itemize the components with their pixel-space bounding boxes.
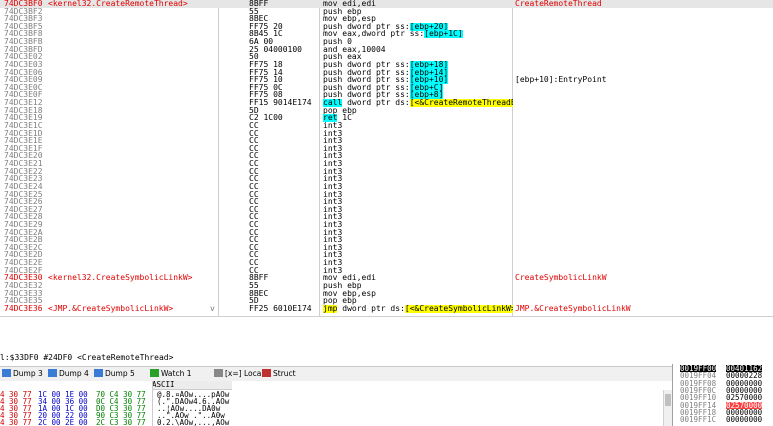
tab-label: Dump 5 <box>105 369 135 378</box>
tab-label: Dump 4 <box>59 369 89 378</box>
tab-icon <box>94 369 103 377</box>
stack-value: 00000000 <box>726 415 763 425</box>
tab-label: Struct <box>273 369 296 378</box>
instruction-bytes: FF25 6010E174 <box>249 304 312 313</box>
dump-column-separator <box>152 381 153 426</box>
disassembly-view[interactable]: 74DC3BF0 <kernel32.CreateRemoteThread> 8BF… <box>0 0 773 316</box>
tab-icon <box>2 369 11 377</box>
ascii-header-label: ASCII <box>152 381 175 389</box>
tab-icon <box>214 369 223 377</box>
address-info-line: l:$33DF0 #24DF0 <CreateRemoteThread> <box>0 353 174 362</box>
scrollbar-thumb[interactable] <box>665 394 671 406</box>
dump-hex-bytes: 2C C3 30 77 <box>96 418 146 426</box>
dump-ascii: 0.2.\AOw,...,AOw <box>157 418 230 426</box>
jump-arrow-icon: v <box>210 304 215 313</box>
tab-dump-3[interactable]: Dump 3 <box>2 368 43 380</box>
symbol-label: <JMP.&CreateSymbolicLinkW> <box>48 304 174 313</box>
disasm-row[interactable]: 74DC3E36 <JMP.&CreateSymbolicLinkW> v FF25 … <box>0 304 773 313</box>
instruction-text: jmp dword ptr ds:[<&CreateSymbolicLinkW>… <box>323 304 513 313</box>
tab-icon <box>150 369 159 377</box>
tab-dump-4[interactable]: Dump 4 <box>48 368 89 380</box>
tab-watch-1[interactable]: Watch 1 <box>150 368 192 380</box>
ascii-column-header: ASCII <box>152 381 232 390</box>
instruction-comment: JMP.&CreateSymbolicLinkW <box>515 304 631 313</box>
tab-x-locals[interactable]: [x=] Locals <box>214 368 267 380</box>
tab-label: Watch 1 <box>161 369 192 378</box>
tab-struct[interactable]: Struct <box>262 368 296 380</box>
dump-hex-bytes: 2C 00 2E 00 <box>38 418 88 426</box>
dump-tabs-bar: Dump 3 Dump 4 Dump 5 Watch 1 [x=] Locals Stru… <box>0 366 672 382</box>
dump-view[interactable]: ASCII 4 30 77 1C 00 1E 00 70 C4 30 77 @.8.¤… <box>0 381 672 426</box>
tab-icon <box>48 369 57 377</box>
dump-hex-bytes: 4 30 77 <box>0 418 32 426</box>
stack-address: 0019FF1C <box>680 415 717 425</box>
tab-dump-5[interactable]: Dump 5 <box>94 368 135 380</box>
stack-view[interactable]: 0019FF00 00401162 0019FF04 00000228 0019FF08… <box>672 364 773 426</box>
tab-label: Dump 3 <box>13 369 43 378</box>
tab-label: [x=] Locals <box>225 369 268 378</box>
dump-scrollbar[interactable] <box>663 390 672 426</box>
stack-row[interactable]: 0019FF1C 00000000 <box>673 415 773 425</box>
tab-icon <box>262 369 271 377</box>
info-panel: l:$33DF0 #24DF0 <CreateRemoteThread> <box>0 316 773 367</box>
